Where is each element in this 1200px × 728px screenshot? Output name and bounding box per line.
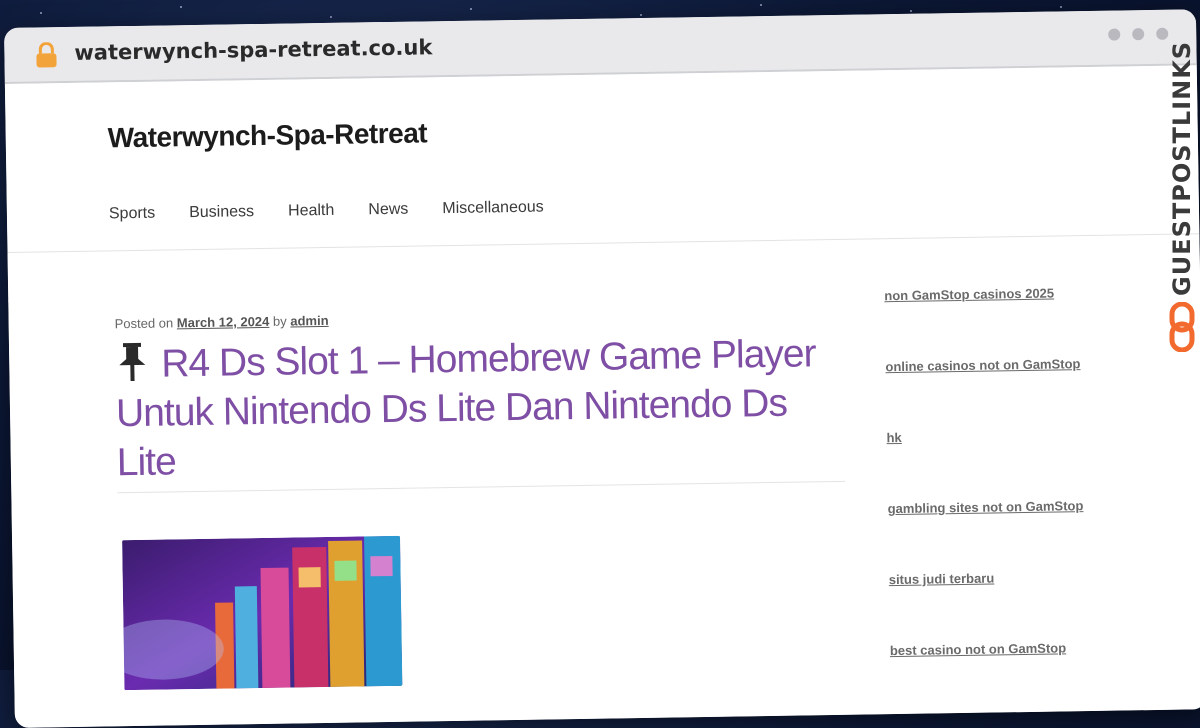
nav-item-news[interactable]: News [368, 201, 408, 220]
post-author-link[interactable]: admin [290, 313, 329, 329]
nav-item-health[interactable]: Health [288, 202, 335, 221]
browser-window: waterwynch-spa-retreat.co.uk Waterwynch-… [4, 9, 1200, 728]
sidebar-link[interactable]: best casino not on GamStop [890, 640, 1121, 715]
chain-link-icon [1169, 302, 1195, 352]
post-meta: Posted on March 12, 2024 by admin [115, 313, 329, 331]
by-label: by [272, 313, 287, 329]
sidebar-link[interactable]: non GamStop casinos 2025 [884, 285, 1115, 360]
sidebar-link[interactable]: online casinos not on GamStop [885, 356, 1116, 431]
post-title-block: R4 Ds Slot 1 – Homebrew Game Player Untu… [115, 329, 847, 487]
address-bar-url[interactable]: waterwynch-spa-retreat.co.uk [74, 35, 432, 65]
posted-on-label: Posted on [114, 315, 174, 332]
site-title[interactable]: Waterwynch-Spa-Retreat [107, 117, 427, 154]
pushpin-icon [119, 342, 146, 382]
sidebar-link[interactable]: situs judi terbaru [889, 569, 1120, 644]
post-date-link[interactable]: March 12, 2024 [177, 314, 270, 330]
sidebar-link[interactable]: hk [886, 427, 1117, 502]
post-featured-image[interactable] [122, 535, 403, 691]
nav-item-sports[interactable]: Sports [109, 205, 156, 224]
window-control-dot[interactable] [1132, 28, 1145, 41]
nav-item-miscellaneous[interactable]: Miscellaneous [442, 199, 544, 219]
sidebar-link[interactable]: gambling sites not on GamStop [888, 498, 1119, 573]
nav-item-business[interactable]: Business [189, 203, 254, 222]
sidebar-links: non GamStop casinos 2025 online casinos … [884, 285, 1121, 715]
post-title-link[interactable]: R4 Ds Slot 1 – Homebrew Game Player Untu… [116, 332, 816, 484]
window-controls [1108, 27, 1169, 41]
guestpostlinks-badge-text: GUESTPOSTLINKS [1168, 40, 1196, 296]
window-control-dot[interactable] [1156, 27, 1169, 40]
main-navigation: Sports Business Health News Miscellaneou… [109, 199, 544, 224]
header-divider [7, 233, 1200, 253]
web-page: Waterwynch-Spa-Retreat Sports Business H… [4, 65, 1200, 728]
window-control-dot[interactable] [1108, 28, 1121, 41]
lock-icon [36, 42, 57, 68]
